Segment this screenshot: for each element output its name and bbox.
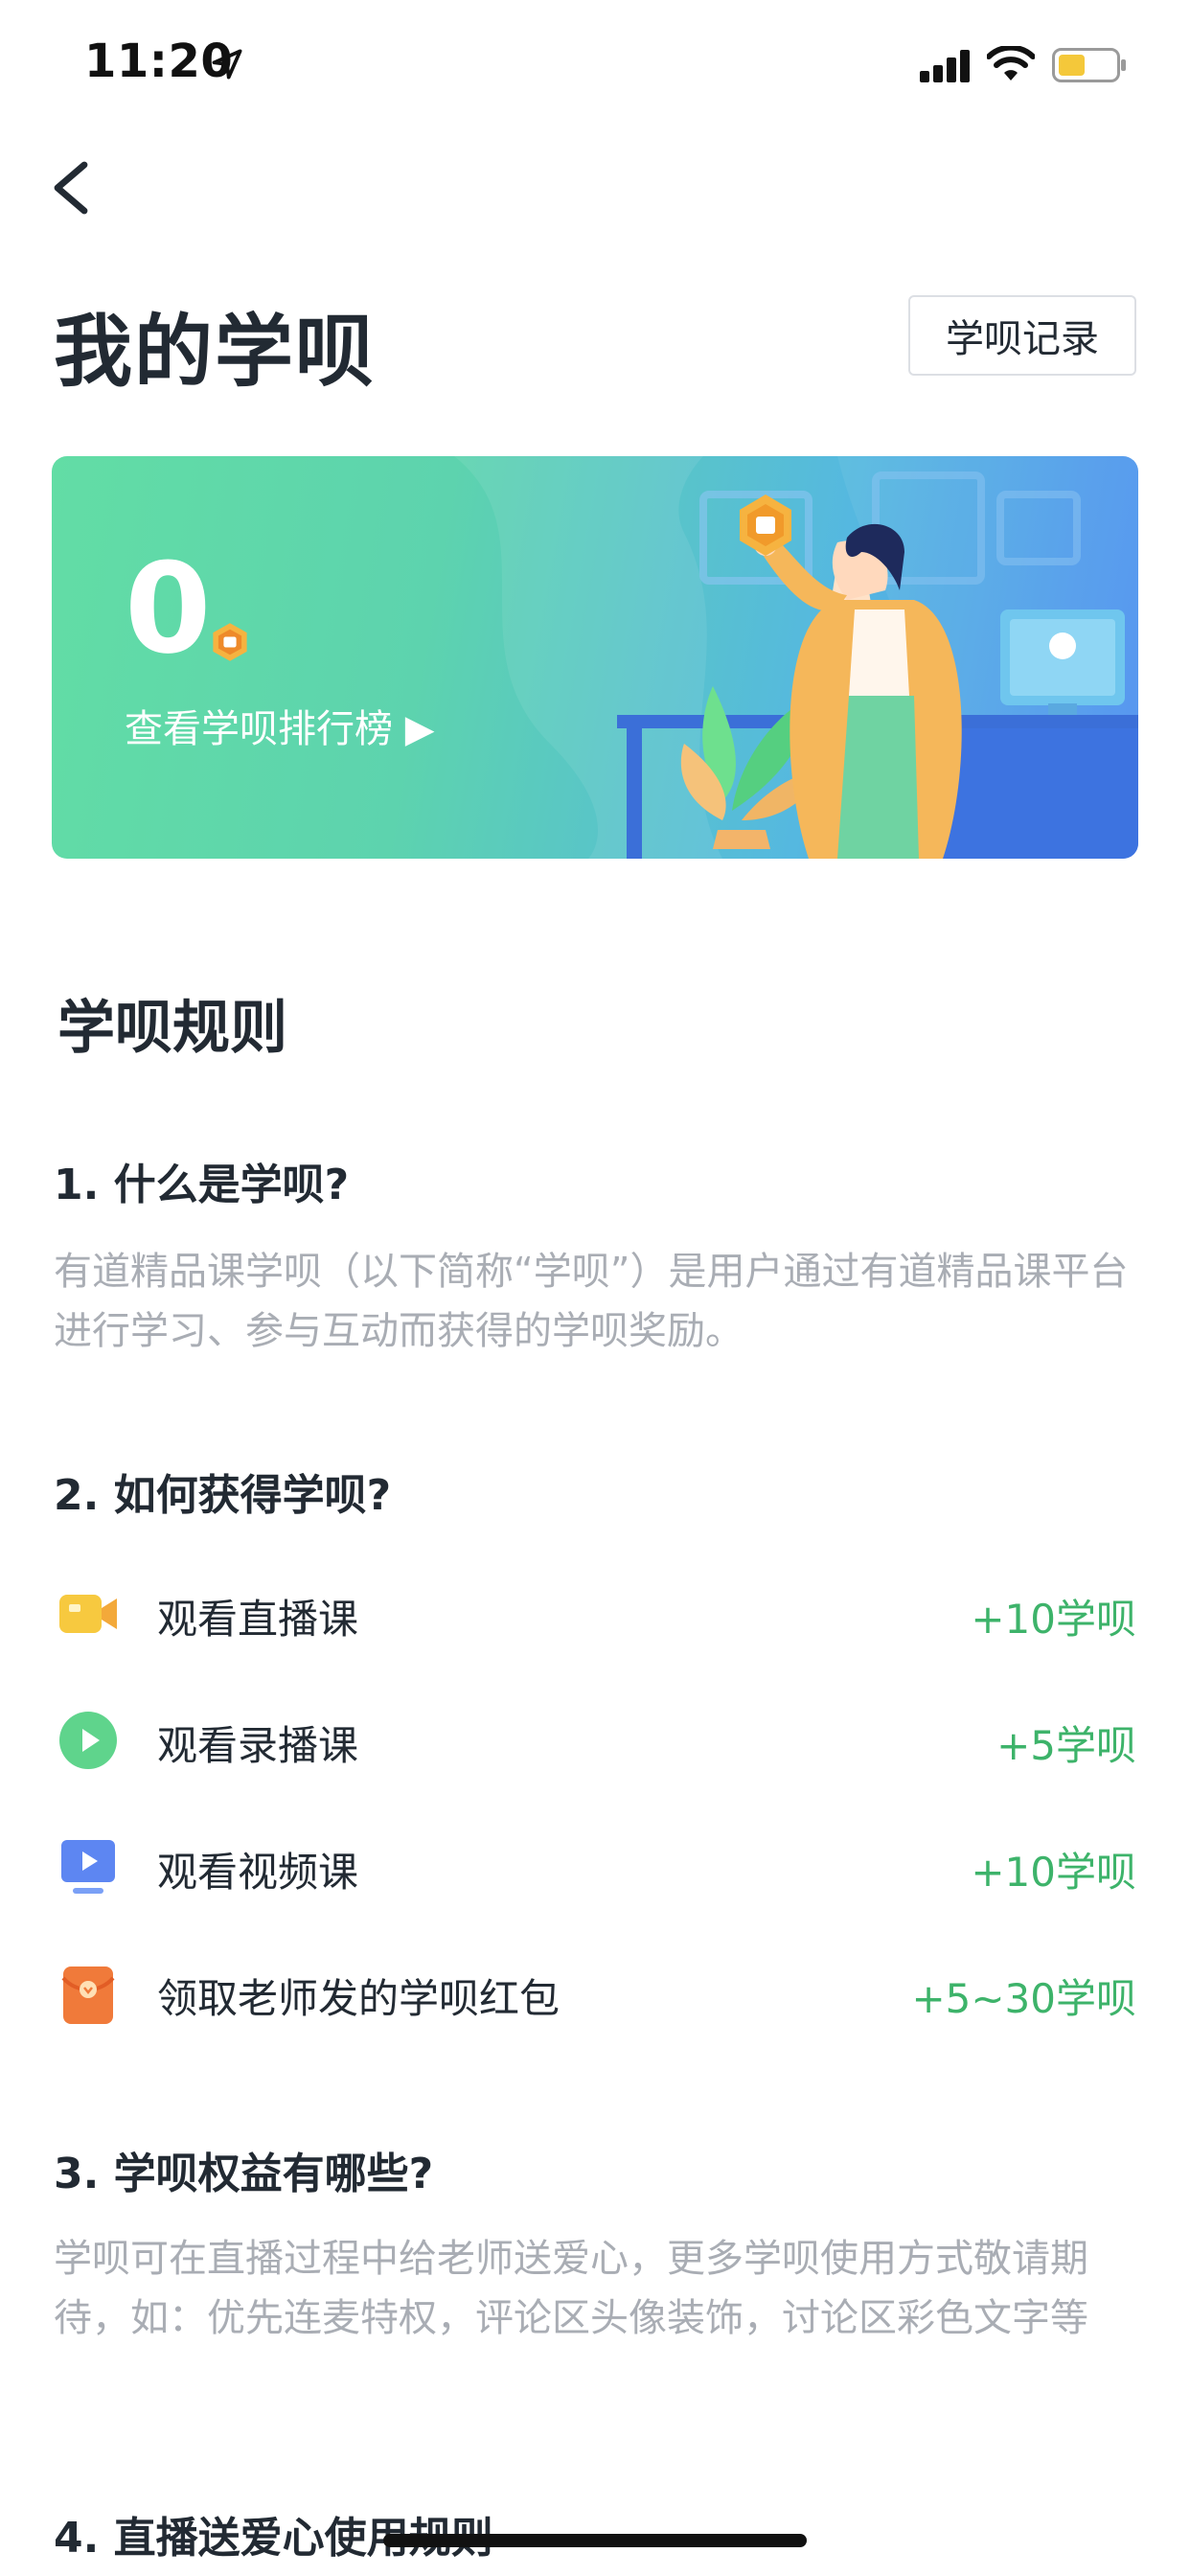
- rule-text-1: 有道精品课学呗（以下简称“学呗”）是用户通过有道精品课平台进行学习、参与互动而获…: [54, 1250, 1129, 1353]
- rule-heading-1: 1. 什么是学呗?: [54, 1161, 350, 1209]
- play-circle-icon: [59, 1712, 117, 1769]
- earn-item-value: +5学呗: [996, 1722, 1136, 1769]
- battery-icon: [1052, 48, 1126, 82]
- red-envelope-icon: [61, 1966, 115, 2024]
- earn-item-label: 观看视频课: [157, 1849, 359, 1896]
- page-title: 我的学呗: [54, 307, 377, 398]
- coin-icon: [213, 623, 247, 661]
- rule-text-3: 学呗可在直播过程中给老师送爱心，更多学呗使用方式敬请期待，如：优先连麦特权，评论…: [54, 2237, 1088, 2340]
- earn-item-label: 领取老师发的学呗红包: [157, 1975, 561, 2022]
- back-chevron-icon[interactable]: [46, 159, 94, 217]
- earn-item-label: 观看直播课: [157, 1596, 359, 1643]
- cellular-signal-icon: [920, 50, 970, 82]
- rule-heading-3: 3. 学呗权益有哪些?: [54, 2150, 434, 2198]
- rule-heading-2: 2. 如何获得学呗?: [54, 1471, 392, 1520]
- earn-item-value: +10学呗: [971, 1849, 1136, 1896]
- points-balance: 0: [125, 536, 212, 681]
- rules-section-title: 学呗规则: [57, 995, 287, 1062]
- earn-item-label: 观看录播课: [157, 1722, 359, 1769]
- wifi-icon: [987, 46, 1035, 80]
- earn-item-value: +5~30学呗: [911, 1975, 1136, 2022]
- home-indicator[interactable]: [383, 2534, 807, 2547]
- video-camera-icon: [59, 1595, 117, 1633]
- earn-item-value: +10学呗: [971, 1596, 1136, 1643]
- monitor-play-icon: [61, 1840, 115, 1894]
- leaderboard-link[interactable]: 查看学呗排行榜 ▶: [125, 698, 434, 753]
- location-arrow-icon: [212, 49, 242, 80]
- points-record-button[interactable]: 学呗记录: [908, 295, 1136, 376]
